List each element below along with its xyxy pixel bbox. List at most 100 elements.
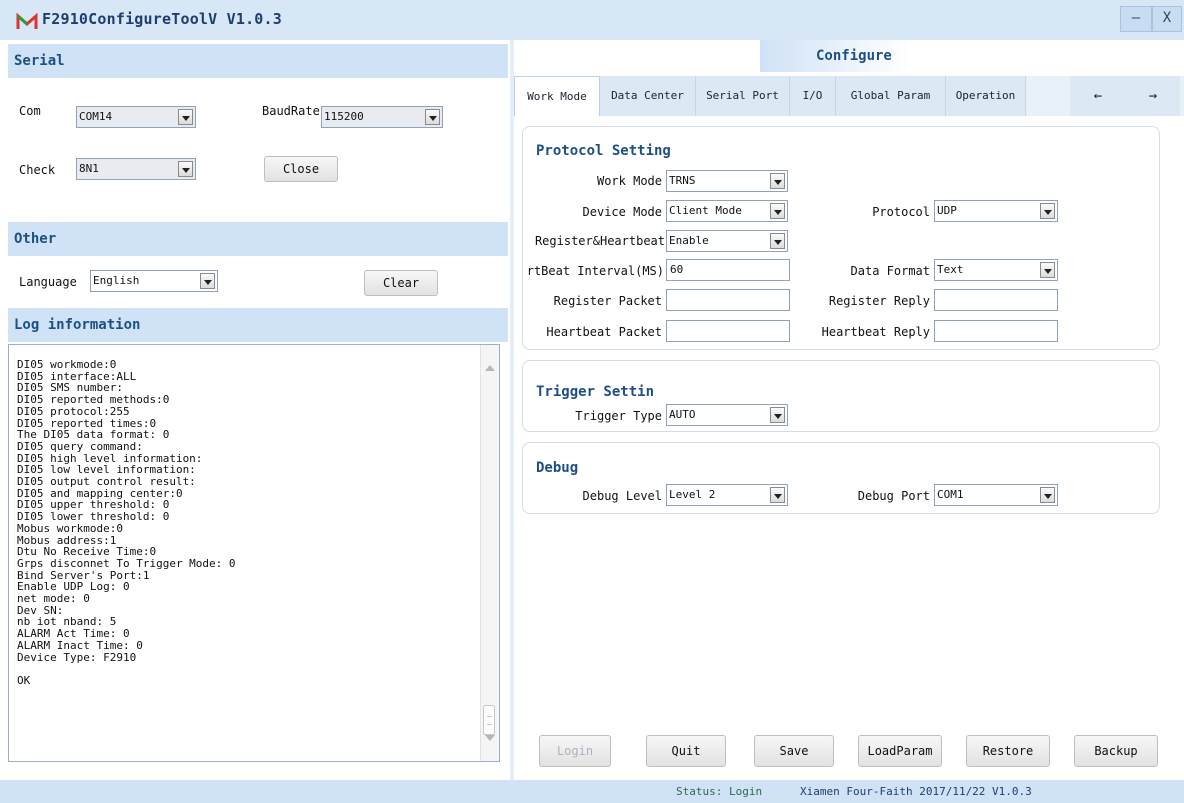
work-mode-label: Work Mode (596, 174, 662, 188)
log-line: ALARM Inact Time: 0 (17, 638, 143, 652)
log-lines: DI05 workmode:0 DI05 interface:ALL DI05 SM… (17, 359, 472, 687)
tab-prev-arrow-icon[interactable]: ← (1070, 76, 1126, 116)
heartbeat-reply-input[interactable] (934, 320, 1058, 342)
trigger-type-label: Trigger Type (575, 409, 662, 423)
heartbeat-reply-label: Heartbeat Reply (821, 325, 930, 339)
device-mode-label: Device Mode (582, 205, 662, 219)
tab-next-arrow-icon[interactable]: → (1126, 76, 1180, 116)
chevron-down-icon (1040, 203, 1055, 219)
scroll-thumb[interactable] (483, 705, 495, 735)
device-mode-value: Client Mode (669, 204, 742, 217)
check-select[interactable]: 8N1 (76, 158, 196, 180)
log-line: net mode: 0 (17, 592, 90, 606)
protocol-value: UDP (937, 204, 957, 217)
protocol-label: Protocol (872, 205, 930, 219)
minimize-button[interactable]: – (1120, 6, 1152, 32)
chevron-down-icon (178, 109, 193, 125)
com-label: Com (19, 104, 41, 118)
log-line: DI05 workmode:0 (17, 358, 117, 371)
debug-level-label: Debug Level (582, 489, 662, 503)
log-line: DI05 query command: (17, 439, 143, 453)
save-button[interactable]: Save (754, 735, 834, 767)
scroll-up-icon[interactable] (485, 365, 495, 371)
app-logo-icon (16, 13, 38, 29)
log-textarea[interactable]: DI05 workmode:0 DI05 interface:ALL DI05 SM… (8, 344, 500, 762)
heartbeat-interval-input[interactable]: 60 (666, 259, 790, 281)
heartbeat-packet-label: Heartbeat Packet (546, 325, 662, 339)
trigger-type-value: AUTO (669, 408, 696, 421)
vendor-text: Xiamen Four-Faith 2017/11/22 V1.0.3 (800, 785, 1032, 798)
tab-io[interactable]: I/O (790, 76, 836, 116)
data-format-label: Data Format (850, 264, 930, 278)
clear-button[interactable]: Clear (364, 270, 438, 296)
chevron-down-icon (770, 233, 785, 249)
configure-title: Configure (816, 48, 892, 64)
log-line: DI05 protocol:255 (17, 404, 130, 418)
login-button[interactable]: Login (539, 735, 611, 767)
register-heartbeat-select[interactable]: Enable (666, 230, 788, 252)
load-param-button[interactable]: LoadParam (858, 735, 942, 767)
register-heartbeat-value: Enable (669, 234, 709, 247)
trigger-type-select[interactable]: AUTO (666, 404, 788, 426)
status-text: Status: Login (676, 785, 763, 798)
log-line: Grps disconnet To Trigger Mode: 0 (17, 556, 236, 570)
serial-section-header: Serial (8, 44, 508, 78)
tab-operation[interactable]: Operation (946, 76, 1026, 116)
tab-data-center[interactable]: Data Center (600, 76, 696, 116)
serial-close-button[interactable]: Close (264, 156, 338, 182)
debug-port-value: COM1 (937, 488, 964, 501)
panel-divider (510, 40, 514, 780)
chevron-down-icon (770, 487, 785, 503)
debug-group (522, 442, 1160, 514)
device-mode-select[interactable]: Client Mode (666, 200, 788, 222)
data-format-select[interactable]: Text (934, 259, 1058, 281)
chevron-down-icon (425, 109, 440, 125)
protocol-setting-title: Protocol Setting (536, 143, 671, 159)
log-scrollbar[interactable] (480, 345, 499, 761)
data-format-value: Text (937, 263, 964, 276)
work-mode-value: TRNS (669, 174, 696, 187)
register-packet-label: Register Packet (553, 294, 662, 308)
check-label: Check (19, 163, 56, 177)
register-packet-input[interactable] (666, 289, 790, 311)
chevron-down-icon (1040, 487, 1055, 503)
check-select-value: 8N1 (79, 162, 99, 175)
chevron-down-icon (1040, 262, 1055, 278)
language-select-value: English (93, 274, 140, 287)
debug-port-label: Debug Port (857, 489, 930, 503)
heartbeat-packet-input[interactable] (666, 320, 790, 342)
log-line: Mobus workmode:0 (17, 521, 123, 535)
language-select[interactable]: English (90, 270, 218, 292)
close-window-button[interactable]: X (1152, 6, 1182, 32)
scroll-down-icon[interactable] (485, 735, 495, 741)
other-section-header: Other (8, 222, 508, 256)
debug-port-select[interactable]: COM1 (934, 484, 1058, 506)
heartbeat-interval-value: 60 (670, 263, 684, 276)
chevron-down-icon (770, 203, 785, 219)
work-mode-select[interactable]: TRNS (666, 170, 788, 192)
com-select[interactable]: COM14 (76, 106, 196, 128)
baudrate-select[interactable]: 115200 (321, 106, 443, 128)
restore-button[interactable]: Restore (966, 735, 1050, 767)
tab-serial-port[interactable]: Serial Port (696, 76, 790, 116)
log-line: Device Type: F2910 (17, 650, 137, 664)
trigger-setting-title: Trigger Settin (536, 384, 655, 400)
debug-level-value: Level 2 (669, 488, 716, 501)
baudrate-select-value: 115200 (324, 110, 364, 123)
register-reply-input[interactable] (934, 289, 1058, 311)
chevron-down-icon (770, 407, 785, 423)
register-reply-label: Register Reply (828, 294, 930, 308)
debug-title: Debug (536, 460, 579, 476)
log-section-header: Log information (8, 308, 508, 342)
quit-button[interactable]: Quit (646, 735, 726, 767)
com-select-value: COM14 (79, 110, 113, 123)
tab-work-mode[interactable]: Work Mode (514, 76, 600, 116)
tab-global-param[interactable]: Global Param (836, 76, 946, 116)
log-line: DI05 output control result: (17, 475, 196, 489)
protocol-select[interactable]: UDP (934, 200, 1058, 222)
debug-level-select[interactable]: Level 2 (666, 484, 788, 506)
backup-button[interactable]: Backup (1074, 735, 1158, 767)
chevron-down-icon (178, 161, 193, 177)
heartbeat-interval-label: rtBeat Interval(MS) (526, 264, 664, 278)
